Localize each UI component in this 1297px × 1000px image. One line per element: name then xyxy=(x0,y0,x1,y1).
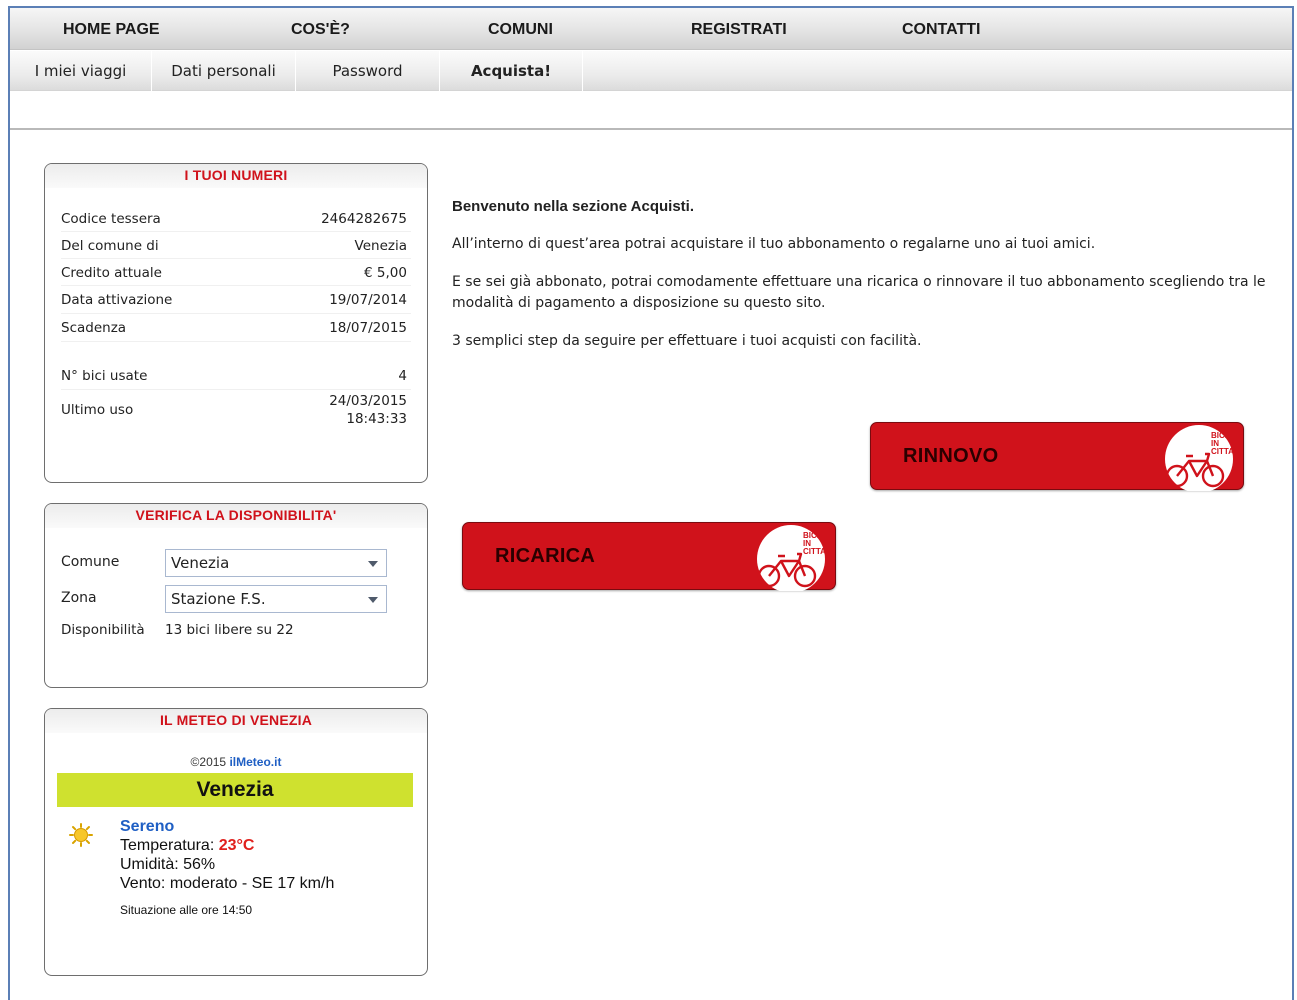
row-label: Del comune di xyxy=(61,238,159,254)
bici-usate-value: 4 xyxy=(398,368,407,384)
row-label: Scadenza xyxy=(61,320,127,336)
comune-row: Comune Venezia xyxy=(61,544,411,580)
meteo-condition: Sereno xyxy=(120,818,175,835)
sun-icon xyxy=(69,823,93,847)
meteo-temp-value: 23°C xyxy=(218,837,255,854)
welcome-heading: Benvenuto nella sezione Acquisti. xyxy=(452,198,694,215)
bici-in-citta-logo-icon: BICI IN CITTA' xyxy=(1165,425,1236,491)
rinnovo-label: RINNOVO xyxy=(903,445,999,467)
meteo-copyright: ©2015 ilMeteo.it xyxy=(45,755,427,769)
nav-home[interactable]: HOME PAGE xyxy=(63,21,160,39)
zona-select[interactable]: Stazione F.S. xyxy=(165,585,387,613)
meteo-copyright-text: ©2015 xyxy=(190,755,227,769)
row-value: Venezia xyxy=(354,238,407,254)
ricarica-label: RICARICA xyxy=(495,545,596,567)
chevron-down-icon xyxy=(368,597,378,603)
meteo-updated: Situazione alle ore 14:50 xyxy=(120,903,253,917)
zona-row: Zona Stazione F.S. xyxy=(61,580,411,616)
rinnovo-button[interactable]: RINNOVO BICI IN CITTA' xyxy=(870,422,1244,491)
nav-comuni[interactable]: COMUNI xyxy=(488,21,553,39)
row-value: 18/07/2015 xyxy=(329,320,407,336)
intro-paragraph: All’interno di quest’area potrai acquist… xyxy=(452,236,1096,252)
row-label: Data attivazione xyxy=(61,292,173,308)
ultimo-uso-row: Ultimo uso 24/03/2015 18:43:33 xyxy=(61,390,411,430)
subnav-password[interactable]: Password xyxy=(296,51,440,91)
ultimo-uso-value: 24/03/2015 18:43:33 xyxy=(329,392,407,428)
meteo-box: IL METEO DI VENEZIA ©2015 ilMeteo.it Ven… xyxy=(44,708,428,976)
disponibilita-row: Disponibilità 13 bici libere su 22 xyxy=(61,616,411,646)
zona-value: Stazione F.S. xyxy=(171,590,266,608)
nav-cos-e[interactable]: COS'È? xyxy=(291,21,350,39)
meteo-humidity: Umidità: 56% xyxy=(120,856,216,873)
meteo-temp-label: Temperatura: xyxy=(120,837,215,854)
chevron-down-icon xyxy=(368,561,378,567)
nav-registrati[interactable]: REGISTRATI xyxy=(691,21,787,39)
steps-paragraph: 3 semplici step da seguire per effettuar… xyxy=(452,333,922,349)
main-nav: HOME PAGE COS'È? COMUNI REGISTRATI CONTA… xyxy=(10,8,1292,50)
disponibilita-label: Disponibilità xyxy=(61,622,145,638)
disponibilita-value: 13 bici libere su 22 xyxy=(165,622,294,638)
sub-nav: I miei viaggi Dati personali Password Ac… xyxy=(10,51,1292,91)
subnav-miei-viaggi[interactable]: I miei viaggi xyxy=(10,51,152,91)
numeri-row: Scadenza 18/07/2015 xyxy=(61,314,411,342)
row-value: 19/07/2014 xyxy=(329,292,407,308)
bici-usate-label: N° bici usate xyxy=(61,368,148,384)
bici-in-citta-logo-icon: BICI IN CITTA' xyxy=(757,525,828,591)
row-value: € 5,00 xyxy=(364,265,407,281)
info-paragraph: E se sei già abbonato, potrai comodament… xyxy=(452,274,1266,311)
meteo-title: IL METEO DI VENEZIA xyxy=(45,709,427,733)
ricarica-button[interactable]: RICARICA BICI IN CITTA' xyxy=(462,522,836,591)
bici-usate-row: N° bici usate 4 xyxy=(61,362,411,390)
logo-text: CITTA' xyxy=(803,547,828,556)
row-label: Codice tessera xyxy=(61,211,161,227)
subnav-acquista[interactable]: Acquista! xyxy=(440,51,583,91)
logo-text: CITTA' xyxy=(1211,447,1236,456)
numeri-row: Data attivazione 19/07/2014 xyxy=(61,286,411,314)
verifica-box: VERIFICA LA DISPONIBILITA' Comune Venezi… xyxy=(44,503,428,688)
ultimo-uso-date: 24/03/2015 xyxy=(329,393,407,409)
subnav-dati-personali[interactable]: Dati personali xyxy=(152,51,296,91)
ultimo-uso-time: 18:43:33 xyxy=(346,411,407,427)
ultimo-uso-label: Ultimo uso xyxy=(61,402,134,418)
row-value: 2464282675 xyxy=(321,211,407,227)
row-label: Credito attuale xyxy=(61,265,162,281)
nav-contatti[interactable]: CONTATTI xyxy=(902,21,981,39)
header-divider xyxy=(10,128,1292,130)
main-content: Benvenuto nella sezione Acquisti. All’in… xyxy=(452,196,1282,369)
numeri-row: Credito attuale € 5,00 xyxy=(61,259,411,286)
comune-label: Comune xyxy=(61,554,120,570)
page-frame: HOME PAGE COS'È? COMUNI REGISTRATI CONTA… xyxy=(8,6,1294,1000)
comune-value: Venezia xyxy=(171,554,230,572)
numeri-box: I TUOI NUMERI Codice tessera 2464282675 … xyxy=(44,163,428,483)
meteo-details: Sereno Temperatura: 23°C Umidità: 56% Ve… xyxy=(120,817,334,920)
numeri-title: I TUOI NUMERI xyxy=(45,164,427,188)
numeri-row: Codice tessera 2464282675 xyxy=(61,205,411,232)
meteo-city: Venezia xyxy=(57,773,413,807)
meteo-wind: Vento: moderato - SE 17 km/h xyxy=(120,875,335,892)
comune-select[interactable]: Venezia xyxy=(165,549,387,577)
verifica-title: VERIFICA LA DISPONIBILITA' xyxy=(45,504,427,528)
numeri-row: Del comune di Venezia xyxy=(61,232,411,259)
meteo-body: Sereno Temperatura: 23°C Umidità: 56% Ve… xyxy=(45,807,427,937)
meteo-provider-link[interactable]: ilMeteo.it xyxy=(229,755,281,769)
zona-label: Zona xyxy=(61,590,97,606)
